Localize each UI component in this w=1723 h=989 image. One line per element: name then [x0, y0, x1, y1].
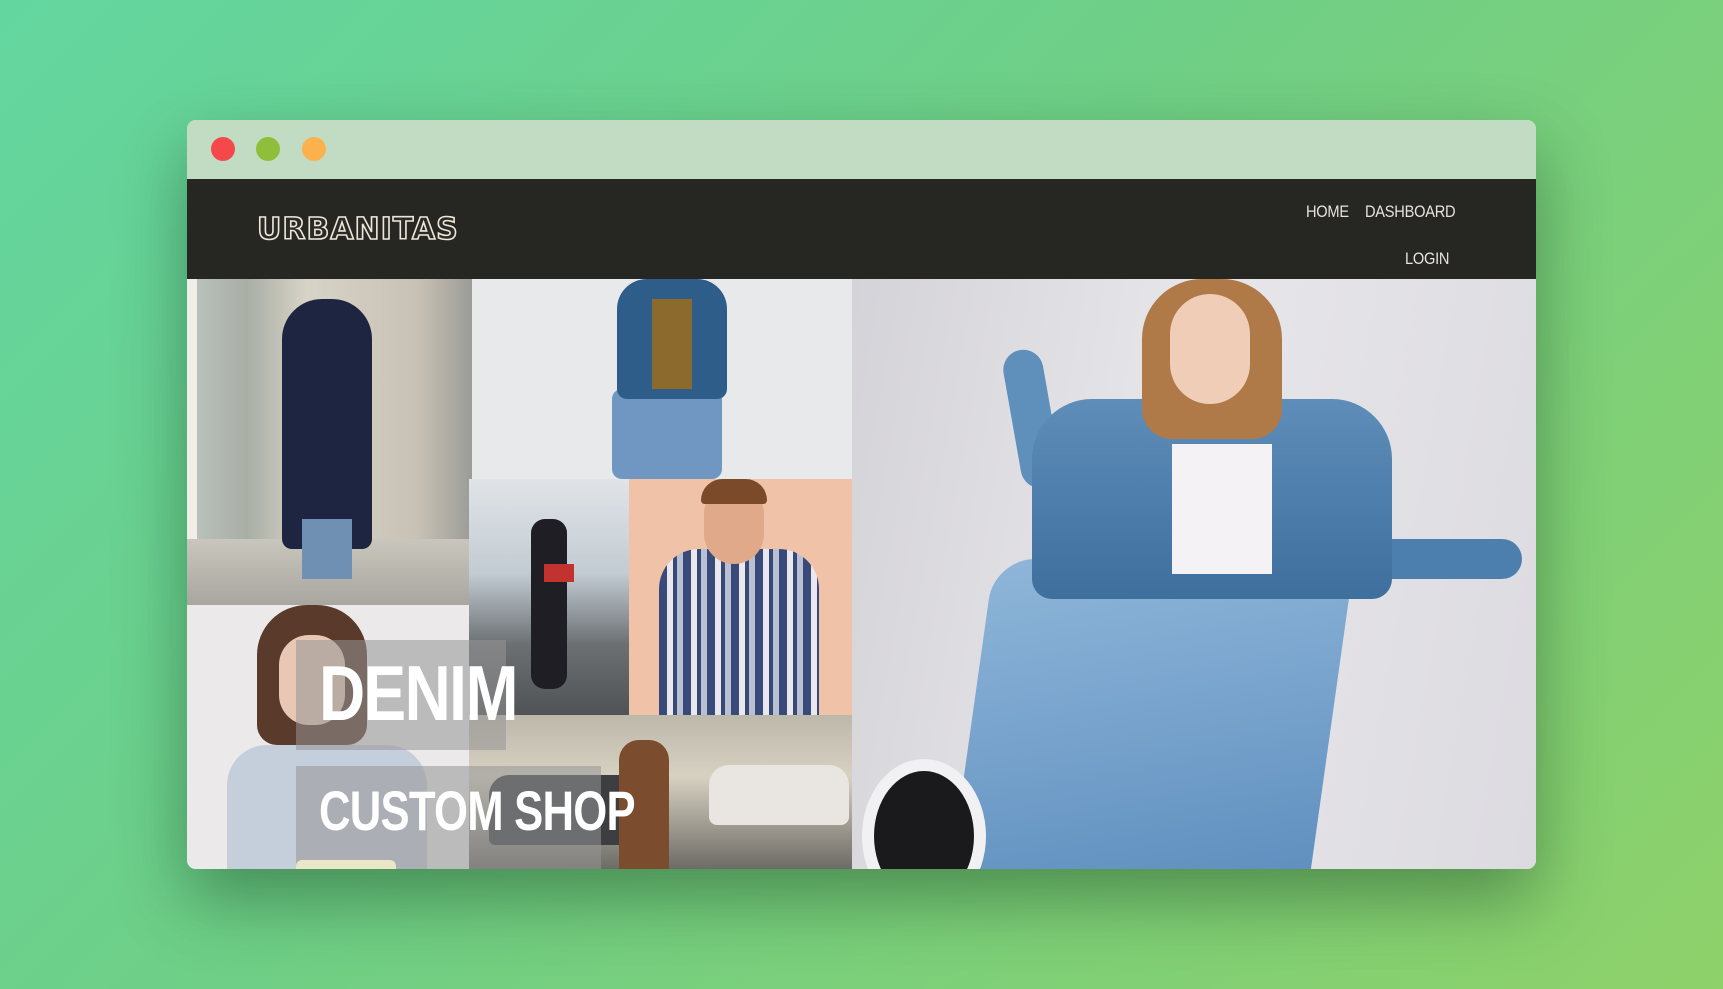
minimize-window-button[interactable]: [256, 137, 280, 161]
nav-login-link[interactable]: LOGIN: [1405, 249, 1449, 269]
hero-title: DENIM: [319, 649, 519, 737]
nav-dashboard-link[interactable]: DASHBOARD: [1365, 202, 1456, 222]
close-window-button[interactable]: [211, 137, 235, 161]
site-navbar: URBANITAS HOME DASHBOARD LOGIN: [187, 179, 1536, 279]
man-plaid-shirt-photo: [629, 479, 852, 715]
nav-home-link[interactable]: HOME: [1306, 202, 1349, 222]
site-logo[interactable]: URBANITAS: [256, 211, 459, 248]
browser-window: URBANITAS HOME DASHBOARD LOGIN DENIM CUS…: [187, 120, 1536, 869]
woman-denim-jacket-kick-photo: [852, 279, 1536, 869]
window-titlebar: [187, 120, 1536, 179]
hero-cta-button[interactable]: [296, 860, 396, 869]
man-denim-jacket-photo: [472, 279, 852, 479]
hero-banner: DENIM CUSTOM SHOP: [187, 279, 1536, 869]
hero-subtitle: CUSTOM SHOP: [319, 779, 636, 842]
maximize-window-button[interactable]: [302, 137, 326, 161]
woman-navy-coat-photo: [187, 279, 472, 605]
